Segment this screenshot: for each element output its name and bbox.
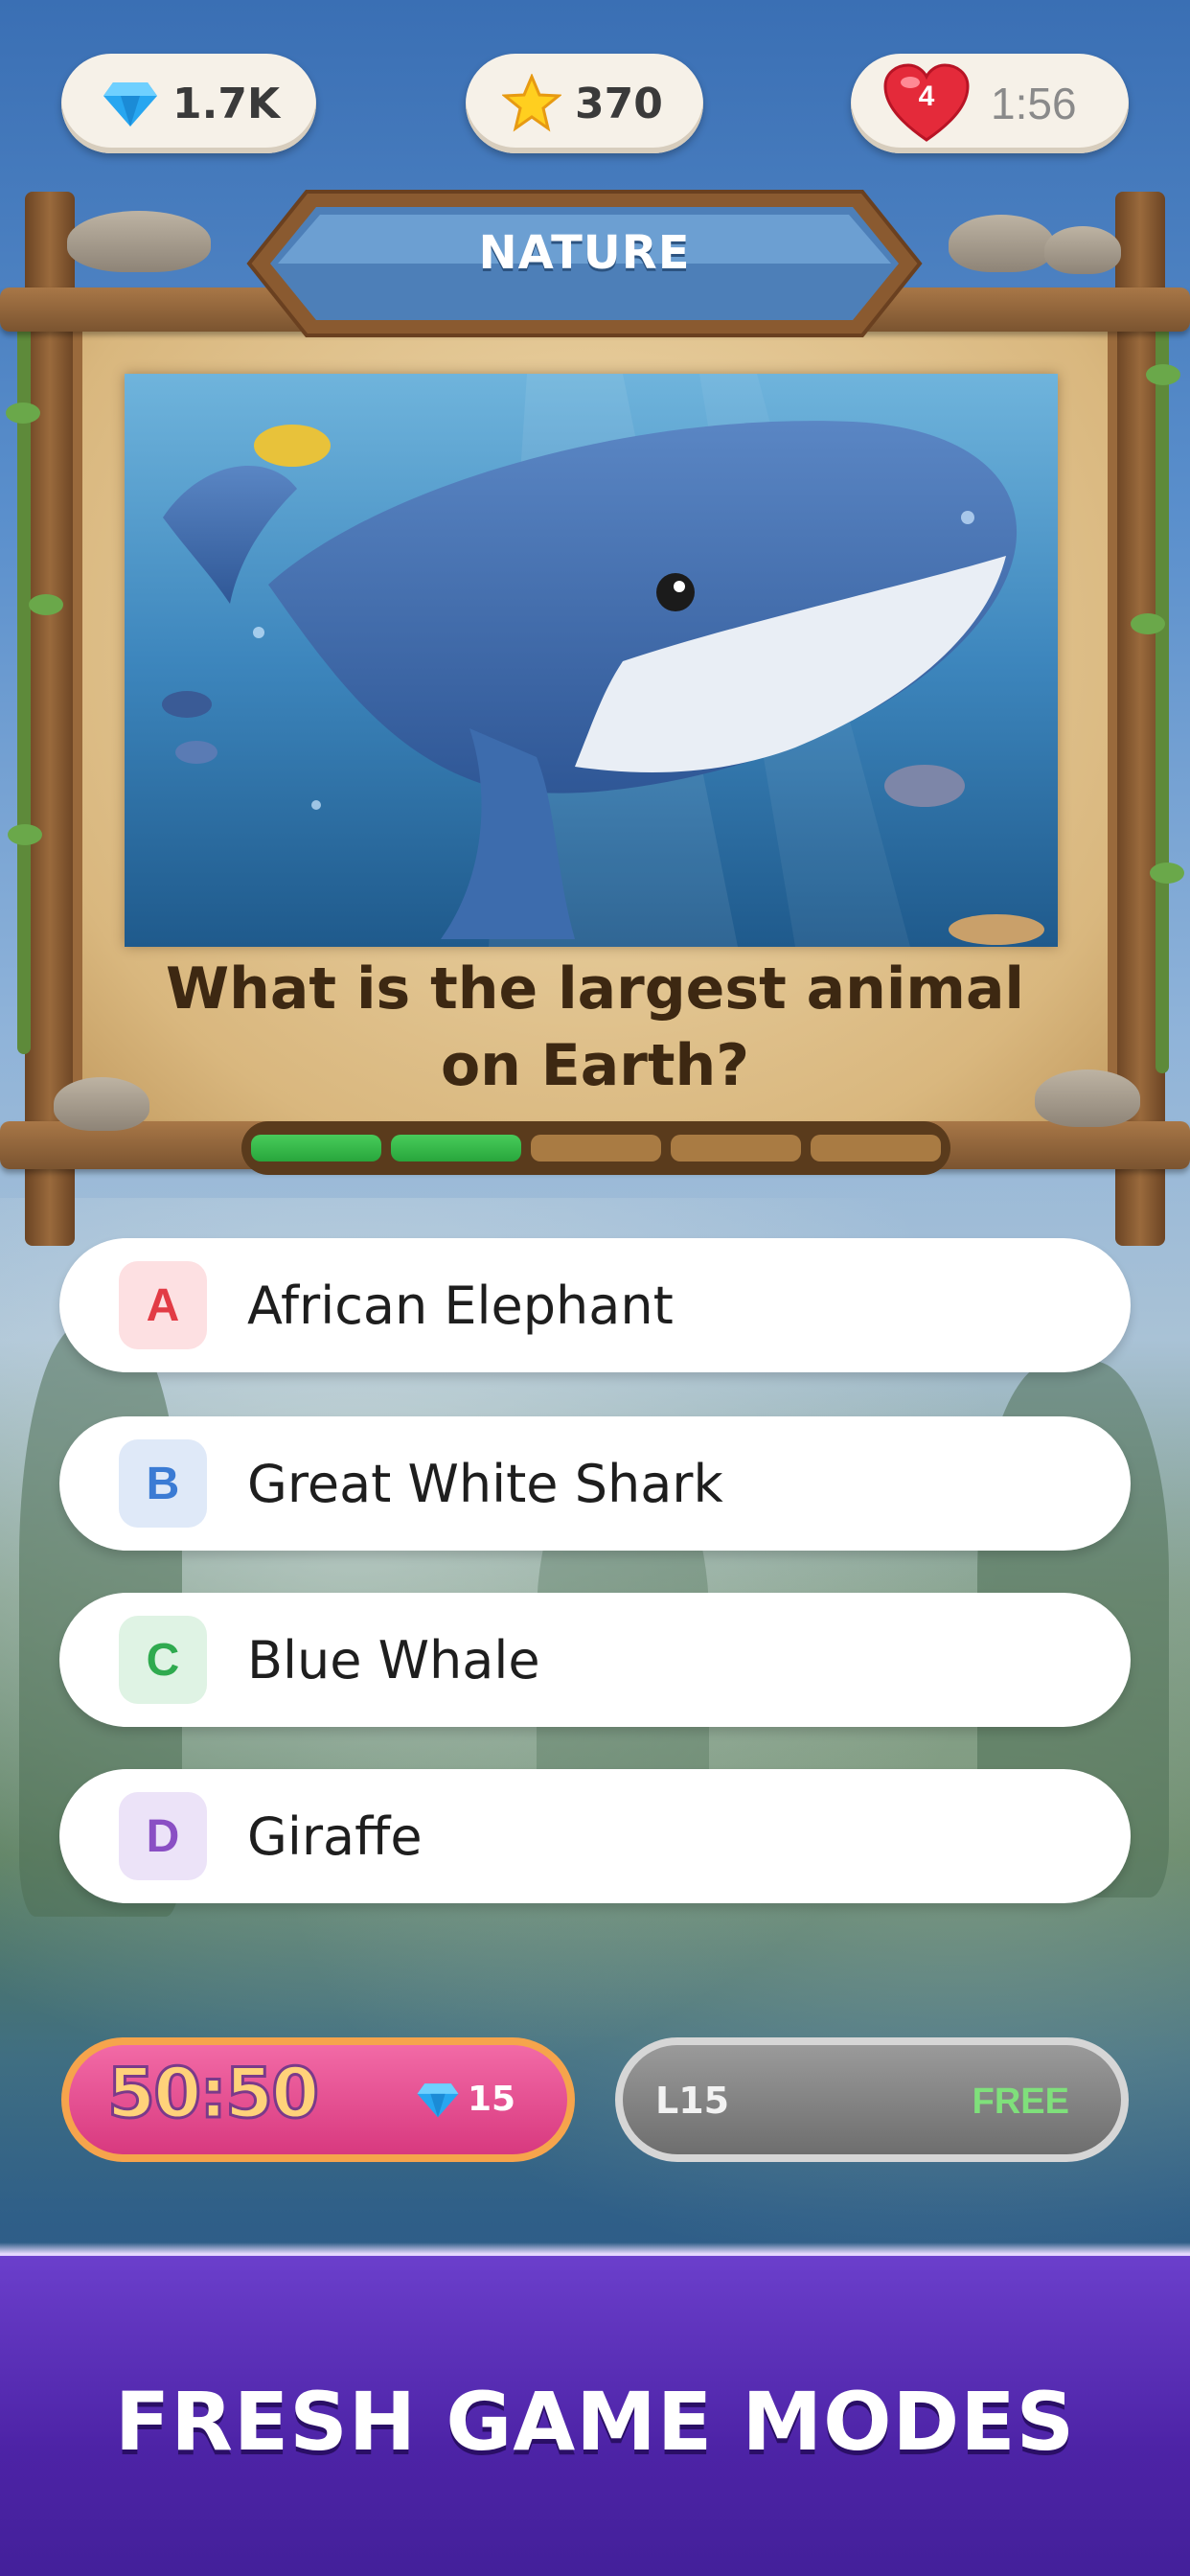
progress-segment (391, 1135, 521, 1162)
progress-segment (251, 1135, 381, 1162)
question-line-2: on Earth? (440, 1032, 750, 1099)
answer-option-a[interactable]: A African Elephant (59, 1238, 1131, 1372)
question-progress-bar (241, 1121, 950, 1175)
leaf (1150, 862, 1184, 884)
leaf (8, 824, 42, 845)
heart-icon: 4 (883, 63, 970, 144)
fifty-fifty-label: 50:50 (105, 2052, 320, 2135)
diamond-icon (103, 82, 157, 126)
progress-segment (531, 1135, 661, 1162)
lives-counter[interactable]: 4 1:56 (851, 54, 1129, 153)
answer-badge-a: A (119, 1261, 207, 1349)
category-title: NATURE (478, 226, 691, 280)
star-icon (502, 74, 561, 132)
skip-button[interactable]: L15 FREE (615, 2037, 1129, 2162)
rock (1044, 226, 1121, 274)
lives-value: 4 (918, 80, 935, 112)
rock (1035, 1070, 1140, 1127)
answer-badge-d: D (119, 1792, 207, 1880)
answer-option-c[interactable]: C Blue Whale (59, 1593, 1131, 1727)
vine (17, 326, 31, 1054)
leaf (1131, 613, 1165, 634)
gems-value: 1.7K (172, 79, 281, 128)
leaf (29, 594, 63, 615)
answer-text-b: Great White Shark (247, 1453, 723, 1514)
promo-title: FRESH GAME MODES (114, 2375, 1076, 2469)
diamond-icon (417, 2082, 459, 2117)
leaf (6, 402, 40, 424)
gems-counter[interactable]: 1.7K (61, 54, 316, 153)
answer-text-d: Giraffe (247, 1806, 423, 1867)
progress-segment (671, 1135, 801, 1162)
progress-segment (811, 1135, 941, 1162)
rock (54, 1077, 149, 1131)
answer-option-d[interactable]: D Giraffe (59, 1769, 1131, 1903)
stars-counter[interactable]: 370 (466, 54, 703, 153)
fifty-fifty-button[interactable]: 50:50 15 (61, 2037, 575, 2162)
answer-badge-b: B (119, 1439, 207, 1528)
fifty-fifty-cost: 15 (416, 2080, 515, 2119)
whale-illustration (125, 374, 1058, 947)
answer-text-a: African Elephant (247, 1275, 674, 1336)
answer-text-c: Blue Whale (247, 1629, 540, 1690)
answer-badge-c: C (119, 1616, 207, 1704)
rock (949, 215, 1054, 272)
life-timer: 1:56 (991, 79, 1077, 128)
leaf (1146, 364, 1180, 385)
fifty-fifty-cost-value: 15 (468, 2080, 516, 2119)
rock (67, 211, 211, 272)
question-line-1: What is the largest animal (165, 955, 1024, 1023)
vine (1156, 326, 1169, 1073)
question-text: What is the largest animal on Earth? (144, 951, 1046, 1104)
skip-price-label: FREE (972, 2082, 1069, 2122)
answer-option-b[interactable]: B Great White Shark (59, 1416, 1131, 1551)
skip-level-label: L15 (655, 2080, 730, 2122)
stars-value: 370 (575, 79, 663, 128)
